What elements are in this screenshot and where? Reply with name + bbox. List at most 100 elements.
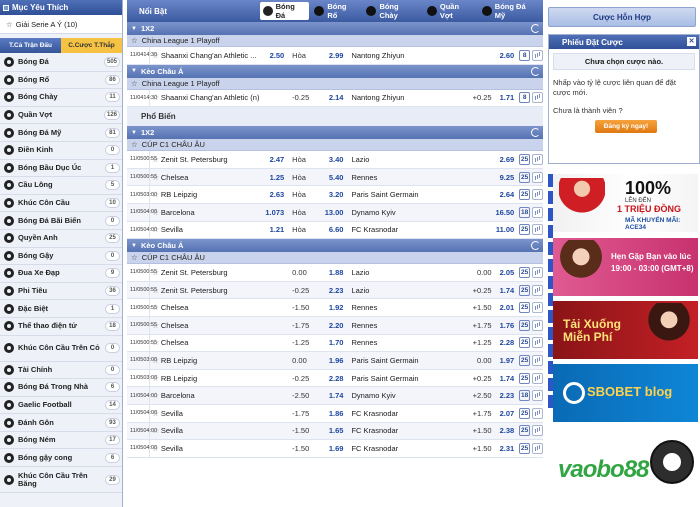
- sport-item[interactable]: Đua Xe Đạp 9: [0, 265, 122, 283]
- stats-icon[interactable]: [532, 319, 543, 331]
- more-markets-button[interactable]: 25: [519, 153, 531, 165]
- middle-odds[interactable]: 1.96: [320, 356, 346, 365]
- away-odds[interactable]: 2.05: [492, 268, 518, 277]
- sport-item[interactable]: Tài Chính 0: [0, 362, 122, 380]
- star-icon[interactable]: ☆: [150, 208, 161, 217]
- home-odds[interactable]: 2.47: [264, 155, 286, 164]
- favorites-header[interactable]: Mục Yêu Thích: [0, 0, 122, 15]
- close-icon[interactable]: ✕: [687, 37, 696, 46]
- sport-item[interactable]: Phi Tiêu 36: [0, 283, 122, 301]
- away-odds[interactable]: 2.64: [492, 190, 518, 199]
- away-odds[interactable]: 1.76: [492, 321, 518, 330]
- middle-odds[interactable]: 3.20: [320, 190, 346, 199]
- tab-sport[interactable]: Bóng Đá: [259, 2, 310, 20]
- sport-item[interactable]: Thể thao điện tử 18: [0, 318, 122, 336]
- stats-icon[interactable]: [532, 171, 543, 183]
- stats-icon[interactable]: [532, 372, 543, 384]
- sport-item[interactable]: Bóng Chày 11: [0, 89, 122, 107]
- away-odds[interactable]: 2.23: [492, 391, 518, 400]
- more-markets-button[interactable]: 25: [519, 266, 531, 278]
- more-markets-button[interactable]: 25: [519, 224, 531, 236]
- star-icon[interactable]: ☆: [150, 93, 161, 102]
- middle-odds[interactable]: 13.00: [320, 208, 346, 217]
- more-markets-button[interactable]: 18: [519, 206, 531, 218]
- star-icon[interactable]: ☆: [150, 286, 161, 295]
- more-markets-button[interactable]: 8: [519, 49, 531, 61]
- star-icon[interactable]: ☆: [150, 155, 161, 164]
- sport-item[interactable]: Đặc Biệt 1: [0, 300, 122, 318]
- more-markets-button[interactable]: 25: [519, 372, 531, 384]
- middle-odds[interactable]: 1.86: [320, 409, 346, 418]
- market-section-header[interactable]: ▼ 1X2: [127, 126, 543, 140]
- more-markets-button[interactable]: 25: [519, 189, 531, 201]
- stats-icon[interactable]: [532, 442, 543, 454]
- away-odds[interactable]: 11.00: [492, 225, 518, 234]
- star-icon[interactable]: ☆: [150, 173, 161, 182]
- stats-icon[interactable]: [532, 92, 543, 104]
- sport-item[interactable]: Bóng Bầu Dục Úc 1: [0, 160, 122, 178]
- away-odds[interactable]: 2.38: [492, 426, 518, 435]
- star-icon[interactable]: ☆: [131, 36, 138, 45]
- star-icon[interactable]: ☆: [150, 374, 161, 383]
- tab-sport[interactable]: Bóng Chày: [363, 2, 421, 20]
- tab-outright[interactable]: C.Cược T.Thắp: [61, 38, 122, 53]
- stats-icon[interactable]: [532, 266, 543, 278]
- more-markets-button[interactable]: 25: [519, 302, 531, 314]
- sport-item[interactable]: Quyền Anh 25: [0, 230, 122, 248]
- sport-item[interactable]: Điền Kinh 0: [0, 142, 122, 160]
- star-icon[interactable]: ☆: [6, 20, 13, 29]
- sport-item[interactable]: Bóng Đá Bãi Biển 0: [0, 212, 122, 230]
- sport-item[interactable]: Bóng Rổ 86: [0, 72, 122, 90]
- refresh-icon[interactable]: [531, 128, 540, 138]
- refresh-icon[interactable]: [531, 66, 540, 76]
- middle-odds[interactable]: 1.65: [320, 426, 346, 435]
- promo-banner-live[interactable]: Hẹn Gặp Bạn vào lúc 19:00 - 03:00 (GMT+8…: [553, 238, 698, 296]
- refresh-icon[interactable]: [531, 241, 540, 251]
- away-odds[interactable]: 1.97: [492, 356, 518, 365]
- collapse-arrow-icon[interactable]: ▼: [131, 130, 137, 136]
- collapse-icon[interactable]: [3, 4, 9, 11]
- star-icon[interactable]: ☆: [131, 253, 138, 262]
- register-button[interactable]: Đăng ký ngay!: [595, 120, 657, 133]
- stats-icon[interactable]: [532, 407, 543, 419]
- home-odds[interactable]: 1.25: [264, 173, 286, 182]
- stats-icon[interactable]: [532, 425, 543, 437]
- home-odds[interactable]: 1.21: [264, 225, 286, 234]
- middle-odds[interactable]: 1.88: [320, 268, 346, 277]
- stats-icon[interactable]: [532, 354, 543, 366]
- stats-icon[interactable]: [532, 189, 543, 201]
- star-icon[interactable]: ☆: [150, 444, 161, 453]
- star-icon[interactable]: ☆: [131, 79, 138, 88]
- away-odds[interactable]: 9.25: [492, 173, 518, 182]
- sport-item[interactable]: Bóng Đá 505: [0, 54, 122, 72]
- sport-item[interactable]: Bóng Gậy 0: [0, 248, 122, 266]
- away-odds[interactable]: 2.07: [492, 409, 518, 418]
- star-icon[interactable]: ☆: [150, 190, 161, 199]
- sport-item[interactable]: Bóng Đá Trong Nhà 6: [0, 379, 122, 397]
- sport-item[interactable]: Gaelic Football 14: [0, 397, 122, 415]
- stats-icon[interactable]: [532, 153, 543, 165]
- star-icon[interactable]: ☆: [150, 409, 161, 418]
- middle-odds[interactable]: 1.69: [320, 444, 346, 453]
- away-odds[interactable]: 2.28: [492, 338, 518, 347]
- more-markets-button[interactable]: 25: [519, 171, 531, 183]
- collapse-arrow-icon[interactable]: ▼: [131, 68, 137, 74]
- stats-icon[interactable]: [532, 390, 543, 402]
- favorite-item[interactable]: ☆ Giải Serie A Ý (10): [0, 15, 122, 34]
- away-odds[interactable]: 2.60: [492, 51, 518, 60]
- away-odds[interactable]: 2.31: [492, 444, 518, 453]
- market-section-header[interactable]: ▼ Kèo Châu Á: [127, 239, 543, 253]
- collapse-arrow-icon[interactable]: ▼: [131, 26, 137, 32]
- stats-icon[interactable]: [532, 49, 543, 61]
- star-icon[interactable]: ☆: [150, 268, 161, 277]
- star-icon[interactable]: ☆: [150, 225, 161, 234]
- home-odds[interactable]: 2.50: [264, 51, 286, 60]
- sport-item[interactable]: Bóng Đá Mỹ 81: [0, 124, 122, 142]
- tab-all-matches[interactable]: T.Cả Trận Đấu: [0, 38, 61, 53]
- middle-odds[interactable]: 3.40: [320, 155, 346, 164]
- star-icon[interactable]: ☆: [131, 140, 138, 149]
- market-section-header[interactable]: ▼ Kèo Châu Á: [127, 64, 543, 78]
- middle-odds[interactable]: 1.92: [320, 303, 346, 312]
- middle-odds[interactable]: 2.14: [320, 93, 346, 102]
- home-odds[interactable]: 2.63: [264, 190, 286, 199]
